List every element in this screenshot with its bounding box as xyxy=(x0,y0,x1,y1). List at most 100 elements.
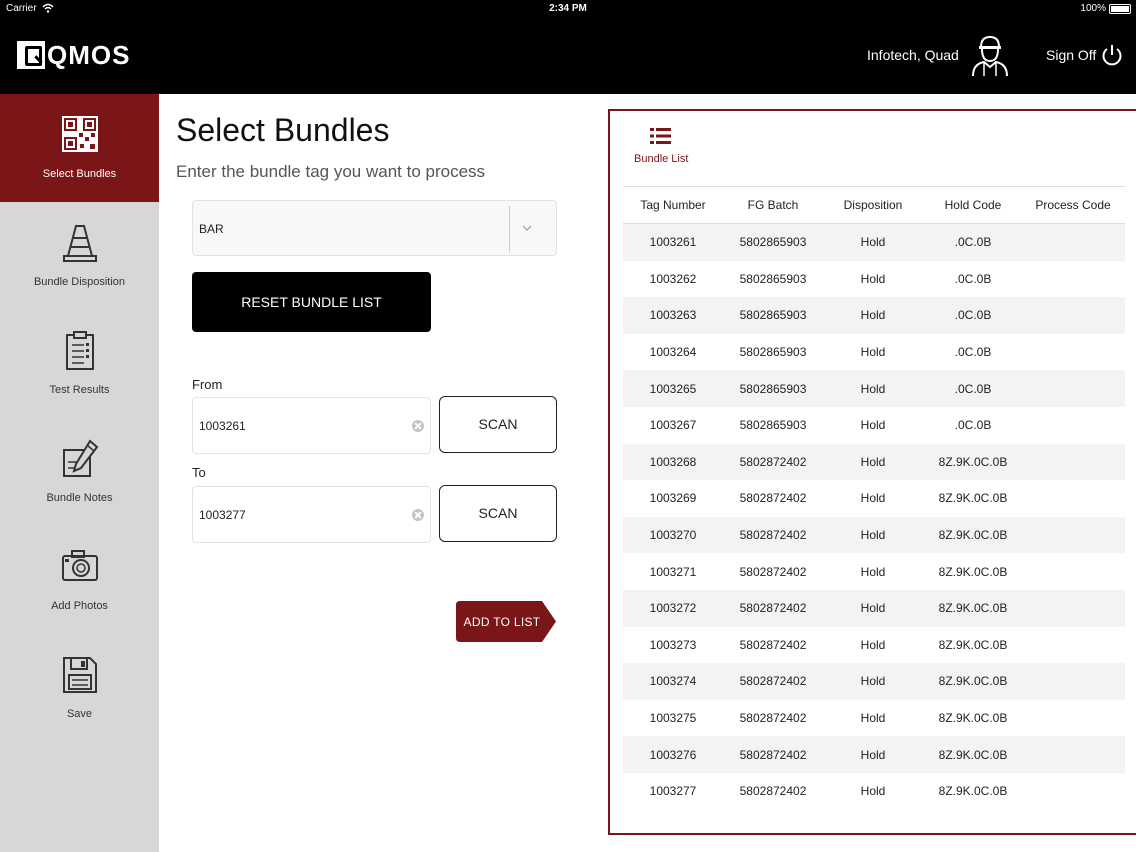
chevron-down-icon xyxy=(522,225,532,231)
table-cell: Hold xyxy=(860,418,886,433)
table-row[interactable]: 1003271 5802872402 Hold 8Z.9K.0C.0B xyxy=(623,553,1125,590)
table-cell: .0C.0B xyxy=(954,381,992,396)
table-row[interactable]: 1003261 5802865903 Hold .0C.0B xyxy=(623,224,1125,261)
notes-pencil-icon xyxy=(63,439,99,477)
table-cell: 1003267 xyxy=(649,418,697,433)
sidebar-item-bundle-disposition[interactable]: Bundle Disposition xyxy=(0,202,159,310)
camera-icon xyxy=(62,550,98,581)
table-cell: 5802865903 xyxy=(739,345,807,360)
table-cell: 1003268 xyxy=(649,454,697,469)
sidebar-item-label: Save xyxy=(66,708,93,720)
sidebar-item-label: Bundle Notes xyxy=(46,492,113,504)
sidebar-item-bundle-notes[interactable]: Bundle Notes xyxy=(0,418,159,526)
table-row[interactable]: 1003263 5802865903 Hold .0C.0B xyxy=(623,297,1125,334)
table-cell: Hold xyxy=(860,345,886,360)
table-cell: 1003271 xyxy=(649,564,697,579)
table-row[interactable]: 1003268 5802872402 Hold 8Z.9K.0C.0B xyxy=(623,443,1125,481)
table-cell: 1003263 xyxy=(649,308,697,323)
list-icon[interactable] xyxy=(650,127,672,145)
table-cell: Hold xyxy=(860,271,886,286)
from-label: From xyxy=(192,377,223,392)
scan-to-button[interactable]: SCAN xyxy=(439,485,557,542)
table-cell: 1003270 xyxy=(649,528,697,543)
table-cell: 1003261 xyxy=(649,235,697,250)
table-row[interactable]: 1003262 5802865903 Hold .0C.0B xyxy=(623,261,1125,298)
column-header[interactable]: Hold Code xyxy=(923,198,1023,212)
worker-avatar-icon[interactable] xyxy=(970,33,1010,77)
table-cell: 8Z.9K.0C.0B xyxy=(938,637,1008,652)
sidebar: Select Bundles Bundle Disposition Test R… xyxy=(0,94,159,852)
table-body: 1003261 5802865903 Hold .0C.0B 1003262 580286… xyxy=(623,224,1125,810)
sidebar-item-select-bundles[interactable]: Select Bundles xyxy=(0,94,159,202)
bundle-type-select[interactable]: BAR xyxy=(192,200,557,256)
table-cell: Hold xyxy=(860,711,886,726)
power-icon[interactable] xyxy=(1101,43,1123,67)
table-row[interactable]: 1003265 5802865903 Hold .0C.0B xyxy=(623,370,1125,407)
column-header[interactable]: FG Batch xyxy=(723,198,823,212)
sidebar-item-save[interactable]: Save xyxy=(0,634,159,742)
clipboard-icon xyxy=(66,331,94,370)
table-row[interactable]: 1003276 5802872402 Hold 8Z.9K.0C.0B xyxy=(623,736,1125,773)
reset-bundle-list-button[interactable]: RESET BUNDLE LIST xyxy=(192,272,431,332)
page-subtitle: Enter the bundle tag you want to process xyxy=(176,162,486,181)
clear-icon[interactable] xyxy=(412,420,424,432)
bundle-list-tab[interactable]: Bundle List xyxy=(634,153,688,165)
table-cell: Hold xyxy=(860,235,886,250)
table-row[interactable]: 1003272 5802872402 Hold 8Z.9K.0C.0B xyxy=(623,589,1125,627)
table-cell: Hold xyxy=(860,637,886,652)
sign-off-button[interactable]: Sign Off xyxy=(1046,47,1096,63)
table-cell: Hold xyxy=(860,454,886,469)
table-cell: .0C.0B xyxy=(954,418,992,433)
page-title: Select Bundles xyxy=(176,112,390,148)
app-logo: QMOS xyxy=(17,40,130,70)
table-header: Tag Number FG Batch Disposition Hold Cod… xyxy=(623,186,1125,224)
from-tag-input[interactable]: 1003261 xyxy=(192,397,431,454)
sidebar-item-test-results[interactable]: Test Results xyxy=(0,310,159,418)
table-cell: 1003269 xyxy=(649,491,697,506)
table-cell: 5802865903 xyxy=(739,235,807,250)
add-to-list-button[interactable]: ADD TO LIST xyxy=(456,601,556,642)
table-cell: .0C.0B xyxy=(954,308,992,323)
qr-code-icon xyxy=(62,116,98,152)
clock: 2:34 PM xyxy=(549,3,587,14)
table-cell: 1003277 xyxy=(649,784,697,799)
logo-mark-icon xyxy=(17,41,45,69)
from-tag-value: 1003261 xyxy=(199,419,246,433)
table-cell: 8Z.9K.0C.0B xyxy=(938,784,1008,799)
column-header[interactable]: Tag Number xyxy=(623,198,723,212)
column-header[interactable]: Disposition xyxy=(823,198,923,212)
table-row[interactable]: 1003274 5802872402 Hold 8Z.9K.0C.0B xyxy=(623,663,1125,700)
table-cell: 5802865903 xyxy=(739,381,807,396)
table-row[interactable]: 1003269 5802872402 Hold 8Z.9K.0C.0B xyxy=(623,480,1125,517)
add-to-list-label: ADD TO LIST xyxy=(463,615,541,629)
table-cell: Hold xyxy=(860,491,886,506)
table-row[interactable]: 1003277 5802872402 Hold 8Z.9K.0C.0B xyxy=(623,773,1125,810)
sidebar-item-label: Add Photos xyxy=(51,600,108,612)
table-cell: 1003275 xyxy=(649,711,697,726)
table-row[interactable]: 1003267 5802865903 Hold .0C.0B xyxy=(623,407,1125,444)
to-label: To xyxy=(192,465,206,480)
table-cell: 1003262 xyxy=(649,271,697,286)
table-cell: 8Z.9K.0C.0B xyxy=(938,564,1008,579)
table-cell: Hold xyxy=(860,784,886,799)
bundle-table: Tag Number FG Batch Disposition Hold Cod… xyxy=(623,186,1125,810)
table-cell: Hold xyxy=(860,528,886,543)
table-row[interactable]: 1003270 5802872402 Hold 8Z.9K.0C.0B xyxy=(623,516,1125,554)
battery-icon xyxy=(1109,4,1131,14)
table-cell: .0C.0B xyxy=(954,345,992,360)
table-row[interactable]: 1003273 5802872402 Hold 8Z.9K.0C.0B xyxy=(623,627,1125,664)
column-header[interactable]: Process Code xyxy=(1023,198,1123,212)
table-cell: 5802872402 xyxy=(739,564,807,579)
sidebar-item-add-photos[interactable]: Add Photos xyxy=(0,526,159,634)
table-cell: 5802872402 xyxy=(739,637,807,652)
table-row[interactable]: 1003264 5802865903 Hold .0C.0B xyxy=(623,334,1125,371)
table-cell: 1003265 xyxy=(649,381,697,396)
table-cell: 8Z.9K.0C.0B xyxy=(938,747,1008,762)
table-cell: Hold xyxy=(860,601,886,616)
traffic-cone-icon xyxy=(63,225,97,262)
scan-from-button[interactable]: SCAN xyxy=(439,396,557,453)
table-cell: 5802872402 xyxy=(739,747,807,762)
table-row[interactable]: 1003275 5802872402 Hold 8Z.9K.0C.0B xyxy=(623,700,1125,737)
clear-icon[interactable] xyxy=(412,509,424,521)
to-tag-input[interactable]: 1003277 xyxy=(192,486,431,543)
